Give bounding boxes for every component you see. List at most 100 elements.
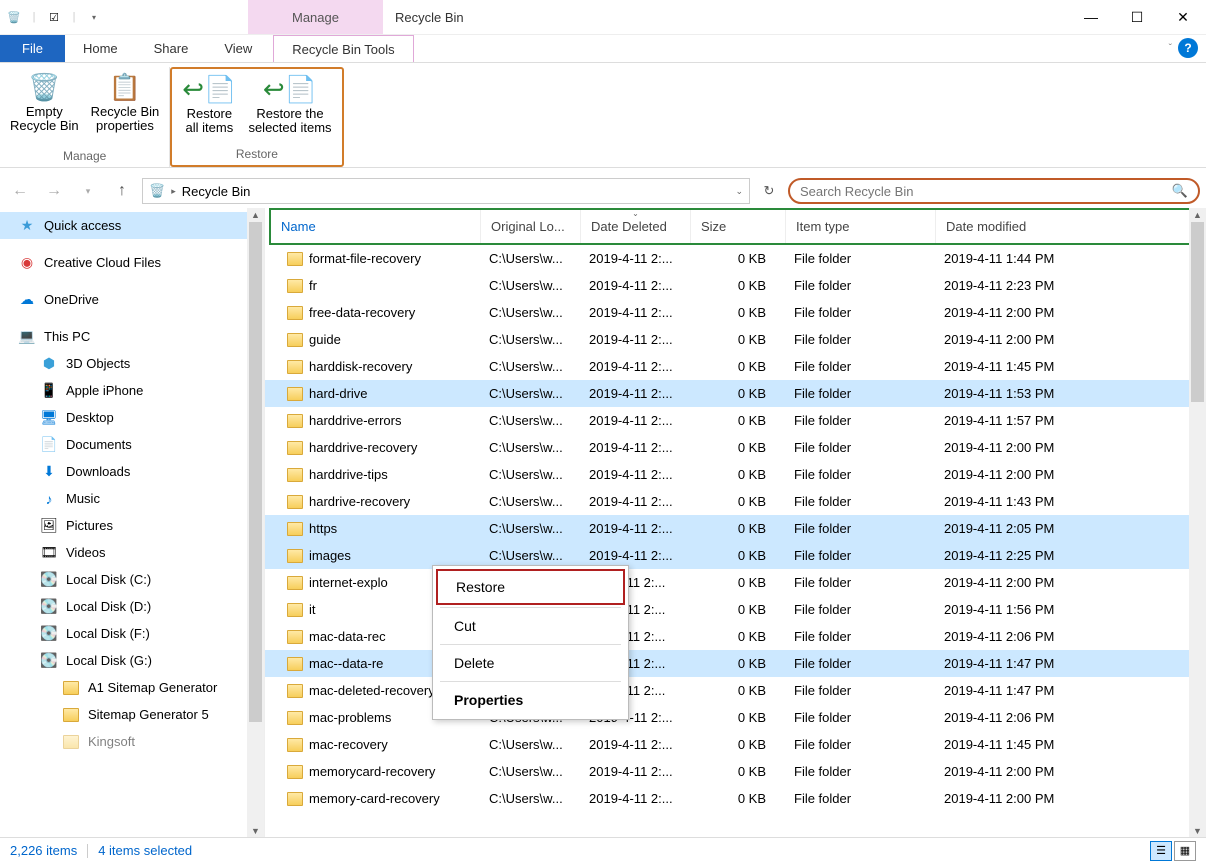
view-tab[interactable]: View [206,35,270,62]
videos-label: Videos [66,545,106,560]
close-button[interactable]: ✕ [1160,0,1206,34]
table-row[interactable]: mac--data-re019-4-11 2:...0 KBFile folde… [265,650,1206,677]
column-name[interactable]: Name [271,210,481,243]
music-item[interactable]: ♪Music [0,485,264,512]
quick-access-item[interactable]: ★Quick access [0,212,264,239]
restore-selected-label: Restore the selected items [248,107,331,135]
table-row[interactable]: harddisk-recoveryC:\Users\w...2019-4-11 … [265,353,1206,380]
refresh-button[interactable]: ↻ [756,178,782,204]
scroll-thumb[interactable] [249,222,262,722]
scroll-thumb[interactable] [1191,222,1204,402]
recent-dropdown[interactable]: ▾ [74,177,102,205]
collapse-ribbon-icon[interactable]: ˇ [1169,43,1172,54]
table-row[interactable]: harddrive-tipsC:\Users\w...2019-4-11 2:.… [265,461,1206,488]
recycle-bin-properties-button[interactable]: 📋 Recycle Bin properties [85,67,166,147]
column-date-deleted[interactable]: ⌄Date Deleted [581,210,691,243]
column-date-modified[interactable]: Date modified [936,210,1198,243]
table-row[interactable]: mac-problemsC:\Users\w...2019-4-11 2:...… [265,704,1206,731]
creative-cloud-item[interactable]: ◉Creative Cloud Files [0,249,264,276]
desktop-item[interactable]: 🖥Desktop [0,404,264,431]
table-row[interactable]: memorycard-recoveryC:\Users\w...2019-4-1… [265,758,1206,785]
search-input[interactable] [800,184,1172,199]
restore-all-button[interactable]: ↩📄 Restore all items [176,69,242,145]
scroll-up-icon[interactable]: ▲ [247,208,264,222]
table-row[interactable]: mac-data-rec019-4-11 2:...0 KBFile folde… [265,623,1206,650]
table-row[interactable]: internet-explo019-4-11 2:...0 KBFile fol… [265,569,1206,596]
details-view-button[interactable]: ☰ [1150,841,1172,861]
table-row[interactable]: it019-4-11 2:...0 KBFile folder2019-4-11… [265,596,1206,623]
up-button[interactable]: ↑ [108,177,136,205]
videos-item[interactable]: 🎞Videos [0,539,264,566]
column-original-location[interactable]: Original Lo... [481,210,581,243]
table-row[interactable]: hard-driveC:\Users\w...2019-4-11 2:...0 … [265,380,1206,407]
table-row[interactable]: memory-card-recoveryC:\Users\w...2019-4-… [265,785,1206,812]
qat-separator: | [26,9,42,25]
restore-all-label: Restore all items [186,107,234,135]
main-scrollbar[interactable]: ▲ ▼ [1189,208,1206,838]
table-row[interactable]: harddrive-recoveryC:\Users\w...2019-4-11… [265,434,1206,461]
cc-label: Creative Cloud Files [44,255,161,270]
share-tab[interactable]: Share [136,35,207,62]
file-tab[interactable]: File [0,35,65,62]
cell-date-modified: 2019-4-11 2:25 PM [934,548,1206,563]
folder-icon [62,733,80,751]
table-row[interactable]: mac-recoveryC:\Users\w...2019-4-11 2:...… [265,731,1206,758]
cell-size: 0 KB [689,521,784,536]
iphone-label: Apple iPhone [66,383,143,398]
3d-objects-item[interactable]: ⬢3D Objects [0,350,264,377]
folder-icon [287,792,303,806]
restore-selected-button[interactable]: ↩📄 Restore the selected items [242,69,337,145]
table-row[interactable]: format-file-recoveryC:\Users\w...2019-4-… [265,245,1206,272]
downloads-item[interactable]: ⬇Downloads [0,458,264,485]
minimize-button[interactable]: — [1068,0,1114,34]
recycle-bin-tools-tab[interactable]: Recycle Bin Tools [273,35,413,62]
documents-item[interactable]: 📄Documents [0,431,264,458]
kingsoft-item[interactable]: Kingsoft [0,728,264,755]
this-pc-item[interactable]: 💻This PC [0,323,264,350]
table-row[interactable]: imagesC:\Users\w...2019-4-11 2:...0 KBFi… [265,542,1206,569]
sitemap-gen-item[interactable]: Sitemap Generator 5 [0,701,264,728]
qat-dropdown-icon[interactable]: ▾ [86,9,102,25]
onedrive-item[interactable]: ☁OneDrive [0,286,264,313]
maximize-button[interactable]: ☐ [1114,0,1160,34]
table-row[interactable]: httpsC:\Users\w...2019-4-11 2:...0 KBFil… [265,515,1206,542]
back-button[interactable]: ← [6,177,34,205]
address-bar[interactable]: 🗑️ ▸ Recycle Bin ⌄ [142,178,750,204]
sidebar-scrollbar[interactable]: ▲ ▼ [247,208,264,838]
pictures-item[interactable]: 🖼Pictures [0,512,264,539]
a1-sitemap-item[interactable]: A1 Sitemap Generator [0,674,264,701]
search-box[interactable]: 🔍 [788,178,1200,204]
properties-icon[interactable]: ☑ [46,9,62,25]
context-delete[interactable]: Delete [436,647,625,679]
disk-c-item[interactable]: 💽Local Disk (C:) [0,566,264,593]
icons-view-button[interactable]: ▦ [1174,841,1196,861]
disk-f-item[interactable]: 💽Local Disk (F:) [0,620,264,647]
help-icon[interactable]: ? [1178,38,1198,58]
home-tab[interactable]: Home [65,35,136,62]
table-row[interactable]: frC:\Users\w...2019-4-11 2:...0 KBFile f… [265,272,1206,299]
column-size[interactable]: Size [691,210,786,243]
cell-date-deleted: 2019-4-11 2:... [579,278,689,293]
table-row[interactable]: mac-deleted-recoveryC:\Users\w...019-4-1… [265,677,1206,704]
context-restore[interactable]: Restore [436,569,625,605]
apple-iphone-item[interactable]: 📱 Apple iPhone [0,377,264,404]
table-row[interactable]: guideC:\Users\w...2019-4-11 2:...0 KBFil… [265,326,1206,353]
address-dropdown-icon[interactable]: ⌄ [735,186,743,197]
empty-recycle-bin-button[interactable]: 🗑️ Empty Recycle Bin [4,67,85,147]
column-item-type[interactable]: Item type [786,210,936,243]
context-properties[interactable]: Properties [436,684,625,716]
context-cut[interactable]: Cut [436,610,625,642]
scroll-down-icon[interactable]: ▼ [247,824,264,838]
disk-d-item[interactable]: 💽Local Disk (D:) [0,593,264,620]
cell-item-type: File folder [784,305,934,320]
scroll-down-icon[interactable]: ▼ [1189,824,1206,838]
table-row[interactable]: harddrive-errorsC:\Users\w...2019-4-11 2… [265,407,1206,434]
phone-icon: 📱 [40,382,58,400]
search-icon[interactable]: 🔍 [1172,183,1188,199]
scroll-up-icon[interactable]: ▲ [1189,208,1206,222]
forward-button[interactable]: → [40,177,68,205]
breadcrumb-location[interactable]: Recycle Bin [182,184,251,199]
table-row[interactable]: free-data-recoveryC:\Users\w...2019-4-11… [265,299,1206,326]
table-row[interactable]: hardrive-recoveryC:\Users\w...2019-4-11 … [265,488,1206,515]
disk-g-item[interactable]: 💽Local Disk (G:) [0,647,264,674]
